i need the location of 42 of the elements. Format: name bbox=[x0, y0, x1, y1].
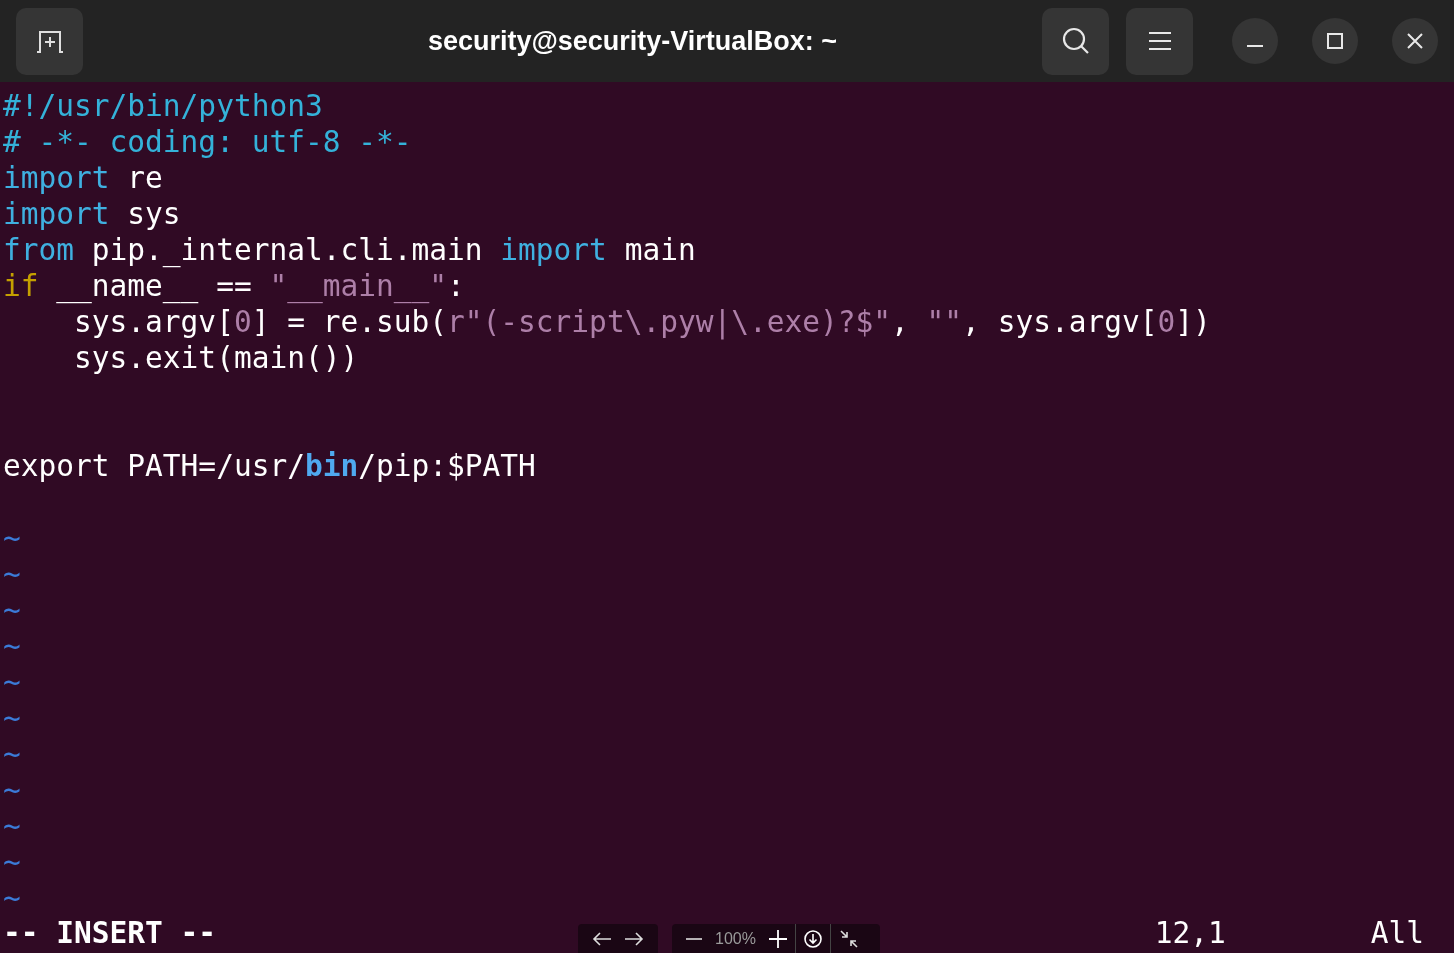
cursor-position: 12,1 bbox=[1154, 914, 1226, 952]
collapse-arrows-icon[interactable] bbox=[839, 930, 858, 948]
empty-line-marker: ~ bbox=[3, 664, 21, 700]
close-icon bbox=[1407, 33, 1423, 49]
empty-line-marker: ~ bbox=[3, 700, 21, 736]
code-line: import sys bbox=[3, 196, 181, 232]
empty-line-marker: ~ bbox=[3, 556, 21, 592]
window-title: security@security-VirtualBox: ~ bbox=[426, 24, 838, 58]
maximize-button[interactable] bbox=[1312, 18, 1358, 64]
code-line: sys.argv[0] = re.sub(r"(-script\.pyw|\.exe)?$", "", sys.argv[0]) bbox=[73, 304, 1211, 340]
back-arrow-icon[interactable] bbox=[592, 932, 612, 946]
maximize-icon bbox=[1327, 33, 1343, 49]
forward-arrow-icon[interactable] bbox=[624, 932, 644, 946]
code-line: #!/usr/bin/python3 bbox=[3, 88, 323, 124]
code-line: export PATH=/usr/bin/pip:$PATH bbox=[3, 448, 536, 484]
zoom-level: 100% bbox=[715, 929, 756, 949]
minimize-icon bbox=[1247, 45, 1263, 47]
code-line: from pip._internal.cli.main import main bbox=[3, 232, 696, 268]
zoom-in-icon[interactable] bbox=[768, 930, 787, 948]
empty-line-marker: ~ bbox=[3, 844, 21, 880]
empty-line-marker: ~ bbox=[3, 772, 21, 808]
empty-line-marker: ~ bbox=[3, 736, 21, 772]
close-button[interactable] bbox=[1392, 18, 1438, 64]
code-line: import re bbox=[3, 160, 163, 196]
search-icon bbox=[1061, 27, 1090, 55]
menu-icon bbox=[1148, 32, 1171, 50]
empty-line-marker: ~ bbox=[3, 520, 21, 556]
code-line: if __name__ == "__main__": bbox=[3, 268, 465, 304]
menu-button[interactable] bbox=[1126, 7, 1193, 75]
vim-mode-indicator: -- INSERT -- bbox=[3, 914, 217, 952]
new-tab-button[interactable] bbox=[16, 7, 83, 75]
code-line: sys.exit(main()) bbox=[73, 340, 359, 376]
code-line: # -*- coding: utf-8 -*- bbox=[3, 124, 412, 160]
search-button[interactable] bbox=[1042, 7, 1109, 75]
zoom-out-icon[interactable] bbox=[686, 937, 702, 941]
empty-line-marker: ~ bbox=[3, 808, 21, 844]
new-tab-icon bbox=[34, 28, 65, 54]
empty-line-marker: ~ bbox=[3, 592, 21, 628]
empty-line-marker: ~ bbox=[3, 628, 21, 664]
empty-line-marker: ~ bbox=[3, 880, 21, 916]
download-icon[interactable] bbox=[803, 930, 822, 948]
scroll-indicator: All bbox=[1370, 914, 1424, 952]
